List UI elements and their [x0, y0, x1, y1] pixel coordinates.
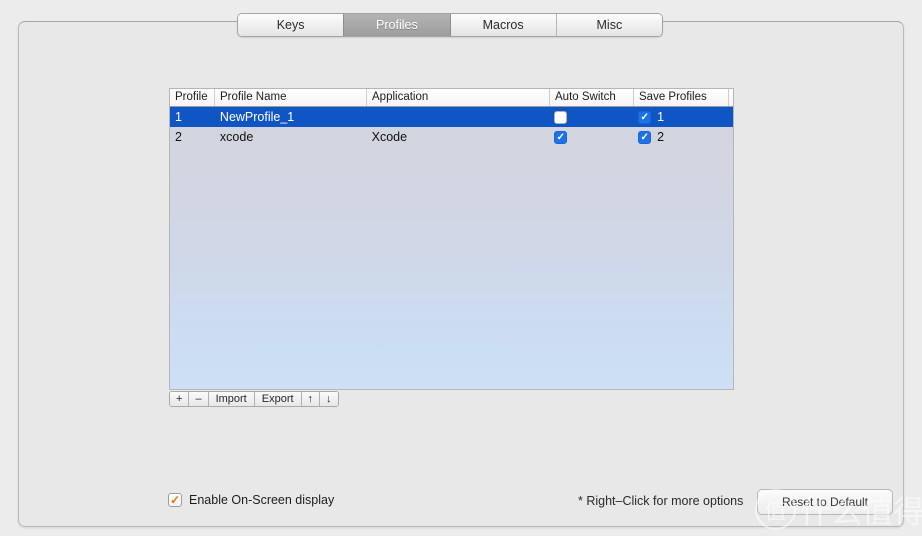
column-header-spacer — [729, 89, 733, 106]
reset-to-default-label: Reset to Default — [781, 495, 869, 509]
tab-misc-label: Misc — [596, 18, 623, 32]
tab-profiles[interactable]: Profiles — [344, 14, 451, 36]
column-header-auto-switch[interactable]: Auto Switch — [550, 89, 634, 106]
right-click-hint: * Right–Click for more options — [578, 494, 744, 508]
arrow-up-icon: ↑ — [307, 393, 314, 405]
export-label: Export — [261, 393, 294, 405]
tab-profiles-label: Profiles — [376, 18, 418, 32]
enable-osd-label: Enable On-Screen display — [189, 493, 335, 507]
reset-to-default-button[interactable]: Reset to Default — [757, 489, 893, 515]
save-profiles-checkbox[interactable]: ✓ — [638, 130, 652, 144]
tab-misc[interactable]: Misc — [556, 14, 662, 36]
add-icon: + — [176, 393, 183, 405]
cell-profile: 2 — [175, 130, 182, 144]
add-profile-button[interactable]: + — [170, 392, 190, 406]
checkmark-icon: ✓ — [640, 131, 649, 143]
checkmark-icon: ✓ — [556, 131, 565, 143]
cell-profile-name[interactable]: xcode — [215, 127, 367, 147]
table-body: 1 NewProfile_1 ✓ ✓ 1 2 — [170, 107, 733, 389]
cell-auto-switch: ✓ — [549, 127, 633, 147]
tab-keys-label: Keys — [276, 18, 305, 32]
cell-spacer — [728, 127, 733, 147]
tab-macros-label: Macros — [482, 18, 524, 32]
remove-icon: – — [195, 393, 202, 405]
tab-macros[interactable]: Macros — [450, 14, 557, 36]
auto-switch-checkbox[interactable]: ✓ — [554, 130, 568, 144]
profiles-table: Profile Profile Name Application Auto Sw… — [169, 88, 734, 390]
column-header-application[interactable]: Application — [367, 89, 550, 106]
table-row[interactable]: 2 xcode Xcode ✓ ✓ 2 — [170, 127, 733, 147]
enable-osd-checkbox[interactable]: ✓ Enable On-Screen display — [168, 493, 334, 507]
move-down-button[interactable]: ↓ — [320, 392, 338, 406]
column-header-save-profiles[interactable]: Save Profiles — [634, 89, 729, 106]
cell-profile: 1 — [175, 110, 182, 124]
import-label: Import — [215, 393, 247, 405]
tab-keys[interactable]: Keys — [238, 14, 345, 36]
arrow-down-icon: ↓ — [326, 393, 332, 405]
osd-checkbox-box[interactable]: ✓ — [168, 493, 182, 507]
cell-auto-switch: ✓ — [549, 107, 633, 127]
cell-save-profiles: ✓ 1 — [633, 107, 728, 127]
column-header-profile-name[interactable]: Profile Name — [215, 89, 367, 106]
save-profiles-number: 1 — [657, 110, 665, 124]
table-toolbar: + – Import Export ↑ ↓ — [169, 391, 339, 407]
checkmark-icon: ✓ — [640, 111, 649, 123]
table-header-row: Profile Profile Name Application Auto Sw… — [170, 89, 733, 107]
export-button[interactable]: Export — [254, 392, 302, 406]
cell-spacer — [728, 107, 733, 127]
table-row[interactable]: 1 NewProfile_1 ✓ ✓ 1 — [170, 107, 733, 127]
checkmark-icon: ✓ — [169, 493, 181, 507]
move-up-button[interactable]: ↑ — [301, 392, 321, 406]
column-header-profile[interactable]: Profile — [170, 89, 215, 106]
app-window: Keys Profiles Macros Misc Profile Profil… — [0, 0, 922, 536]
cell-save-profiles: ✓ 2 — [633, 127, 728, 147]
cell-application[interactable]: Xcode — [367, 127, 550, 147]
cell-profile-name[interactable]: NewProfile_1 — [215, 107, 367, 127]
auto-switch-checkbox[interactable]: ✓ — [554, 110, 568, 124]
cell-application[interactable] — [367, 107, 550, 127]
remove-profile-button[interactable]: – — [189, 392, 209, 406]
tab-bar: Keys Profiles Macros Misc — [237, 13, 663, 37]
save-profiles-number: 2 — [657, 130, 665, 144]
import-button[interactable]: Import — [208, 392, 255, 406]
save-profiles-checkbox[interactable]: ✓ — [638, 110, 652, 124]
